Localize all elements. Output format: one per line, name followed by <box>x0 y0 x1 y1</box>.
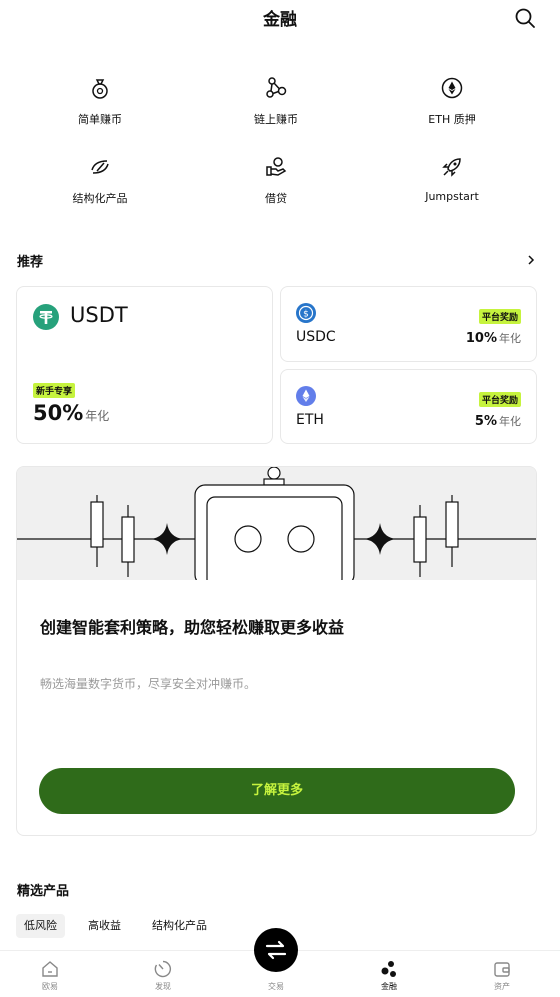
chevron-right-icon[interactable] <box>526 255 536 265</box>
svg-text:$: $ <box>303 310 309 320</box>
search-icon[interactable] <box>514 7 536 29</box>
quick-label: ETH 质押 <box>428 113 476 126</box>
platform-reward-badge: 平台奖励 <box>478 309 521 324</box>
nav-label: 金融 <box>381 982 397 991</box>
swap-icon <box>265 940 287 960</box>
eth-coin-icon <box>296 386 316 406</box>
eth-card[interactable]: ETH 平台奖励 5% 年化 <box>280 369 537 444</box>
eth-name: ETH <box>296 412 324 428</box>
nav-label: 资产 <box>494 982 510 991</box>
platform-reward-badge: 平台奖励 <box>478 392 521 407</box>
eth-rate-value: 5% <box>474 414 497 429</box>
learn-more-button[interactable]: 了解更多 <box>39 768 515 814</box>
finance-icon <box>381 961 396 977</box>
quick-structured[interactable]: 结构化产品 <box>15 155 185 206</box>
banner-title: 创建智能套利策略，助您轻松赚取更多收益 <box>40 618 345 637</box>
nav-home[interactable]: 欧易 <box>20 959 80 992</box>
nodes-icon <box>266 77 287 98</box>
usdt-card[interactable]: USDT 新手专享 50% 年化 <box>16 286 273 444</box>
page-title: 金融 <box>263 10 297 30</box>
usdc-rate-unit: 年化 <box>499 332 521 345</box>
quick-label: 结构化产品 <box>72 192 128 205</box>
eth-rate-unit: 年化 <box>499 415 521 428</box>
usdc-rate: 10% 年化 <box>466 330 521 346</box>
usdt-rate: 50% 年化 <box>33 401 109 425</box>
quick-label: 简单赚币 <box>78 113 122 126</box>
discover-icon <box>154 960 172 978</box>
strategy-banner: 创建智能套利策略，助您轻松赚取更多收益 畅选海量数字货币，尽享安全对冲赚币。 了… <box>16 466 537 836</box>
nav-label: 欧易 <box>42 982 58 991</box>
quick-label: 借贷 <box>265 192 287 205</box>
header: 金融 <box>0 0 560 36</box>
usdc-card[interactable]: $ USDC 平台奖励 10% 年化 <box>280 286 537 362</box>
usdt-coin-icon <box>33 304 59 330</box>
recommend-title: 推荐 <box>17 255 44 270</box>
chip-structured[interactable]: 结构化产品 <box>144 914 215 938</box>
usdt-name: USDT <box>70 303 128 327</box>
rocket-icon <box>442 158 461 177</box>
nav-discover[interactable]: 发现 <box>133 959 193 992</box>
featured-title: 精选产品 <box>17 884 70 899</box>
newbie-badge: 新手专享 <box>33 383 76 398</box>
loan-hand-icon <box>266 157 287 176</box>
nav-label: 发现 <box>155 982 171 991</box>
banner-subtitle: 畅选海量数字货币，尽享安全对冲赚币。 <box>40 677 257 691</box>
nav-assets[interactable]: 资产 <box>472 959 532 992</box>
robot-illustration <box>17 467 536 580</box>
eth-rate: 5% 年化 <box>475 413 521 429</box>
quick-eth-staking[interactable]: ETH 质押 <box>367 76 537 127</box>
quick-jumpstart[interactable]: Jumpstart <box>367 155 537 203</box>
eth-coin-icon <box>441 77 463 99</box>
chip-high-yield[interactable]: 高收益 <box>80 914 129 938</box>
nav-trade-label: 交易 <box>268 982 284 991</box>
chip-low-risk[interactable]: 低风险 <box>16 914 65 938</box>
home-icon <box>42 961 58 977</box>
usdc-name: USDC <box>296 329 336 345</box>
trade-button[interactable] <box>254 928 298 972</box>
usdt-rate-unit: 年化 <box>85 409 110 423</box>
structured-icon <box>91 160 109 174</box>
quick-label: 链上赚币 <box>254 113 298 126</box>
usdc-coin-icon: $ <box>296 303 316 323</box>
quick-simple-earn[interactable]: 简单赚币 <box>15 76 185 127</box>
money-bag-icon <box>92 79 108 99</box>
quick-label: Jumpstart <box>425 190 479 203</box>
wallet-icon <box>494 962 510 977</box>
usdc-rate-value: 10% <box>465 331 497 346</box>
usdt-rate-value: 50% <box>33 401 84 425</box>
nav-finance[interactable]: 金融 <box>359 959 419 992</box>
quick-loan[interactable]: 借贷 <box>191 155 361 206</box>
quick-onchain-earn[interactable]: 链上赚币 <box>191 76 361 127</box>
